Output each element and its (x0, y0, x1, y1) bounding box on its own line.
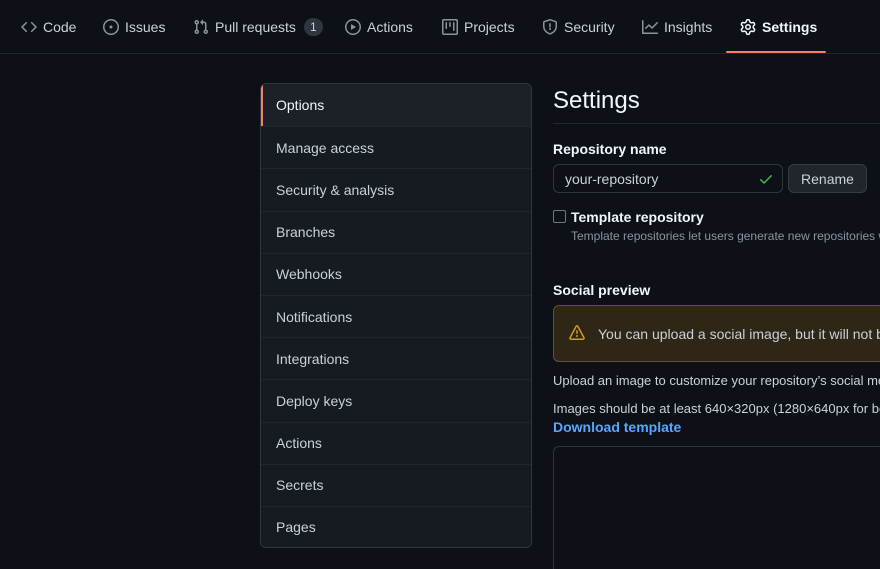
sidebar-item-manage-access[interactable]: Manage access (261, 126, 531, 169)
main-viewport: Settings Repository name Rename Template… (553, 0, 880, 569)
tab-label: Code (43, 19, 77, 35)
template-repository-checkbox[interactable] (553, 210, 566, 223)
repo-name-input[interactable] (554, 165, 782, 192)
social-preview-heading: Social preview (553, 282, 651, 298)
rename-button[interactable]: Rename (788, 164, 867, 193)
upload-description: Upload an image to customize your reposi… (553, 373, 880, 388)
tab-projects[interactable]: Projects (442, 0, 515, 54)
play-icon (345, 19, 361, 35)
alert-icon (569, 325, 585, 341)
title-divider (553, 123, 880, 124)
issue-opened-icon (103, 19, 119, 35)
git-pull-request-icon (193, 19, 209, 35)
sidebar-item-security-analysis[interactable]: Security & analysis (261, 168, 531, 211)
code-icon (21, 19, 37, 35)
tab-pull-requests[interactable]: Pull requests 1 (193, 0, 323, 54)
template-repository-label[interactable]: Template repository (571, 209, 704, 225)
page-title: Settings (553, 87, 640, 114)
project-icon (442, 19, 458, 35)
social-preview-image-box[interactable] (553, 446, 880, 569)
check-icon (758, 171, 774, 187)
tab-label: Projects (464, 19, 515, 35)
tab-label: Pull requests (215, 19, 296, 35)
settings-sidebar: Options Manage access Security & analysi… (260, 83, 532, 548)
warning-text: You can upload a social image, but it wi… (598, 326, 880, 342)
sidebar-item-webhooks[interactable]: Webhooks (261, 252, 531, 295)
sidebar-item-options[interactable]: Options (261, 84, 531, 127)
repo-name-label: Repository name (553, 141, 667, 157)
sidebar-item-notifications[interactable]: Notifications (261, 294, 531, 338)
tab-actions[interactable]: Actions (345, 0, 413, 54)
sidebar-item-actions[interactable]: Actions (261, 421, 531, 464)
image-size-description: Images should be at least 640×320px (128… (553, 401, 880, 416)
sidebar-item-integrations[interactable]: Integrations (261, 337, 531, 380)
download-template-link[interactable]: Download template (553, 419, 681, 435)
social-preview-warning: You can upload a social image, but it wi… (553, 305, 880, 362)
tab-label: Issues (125, 19, 166, 35)
sidebar-item-branches[interactable]: Branches (261, 210, 531, 253)
tab-label: Actions (367, 19, 413, 35)
pull-requests-count: 1 (303, 18, 323, 36)
tab-code[interactable]: Code (21, 0, 76, 54)
sidebar-item-deploy-keys[interactable]: Deploy keys (261, 379, 531, 422)
sidebar-item-secrets[interactable]: Secrets (261, 463, 531, 506)
tab-issues[interactable]: Issues (103, 0, 165, 54)
repo-name-field-wrapper (553, 164, 783, 193)
sidebar-item-pages[interactable]: Pages (261, 505, 531, 547)
template-repository-description: Template repositories let users generate… (571, 229, 880, 243)
